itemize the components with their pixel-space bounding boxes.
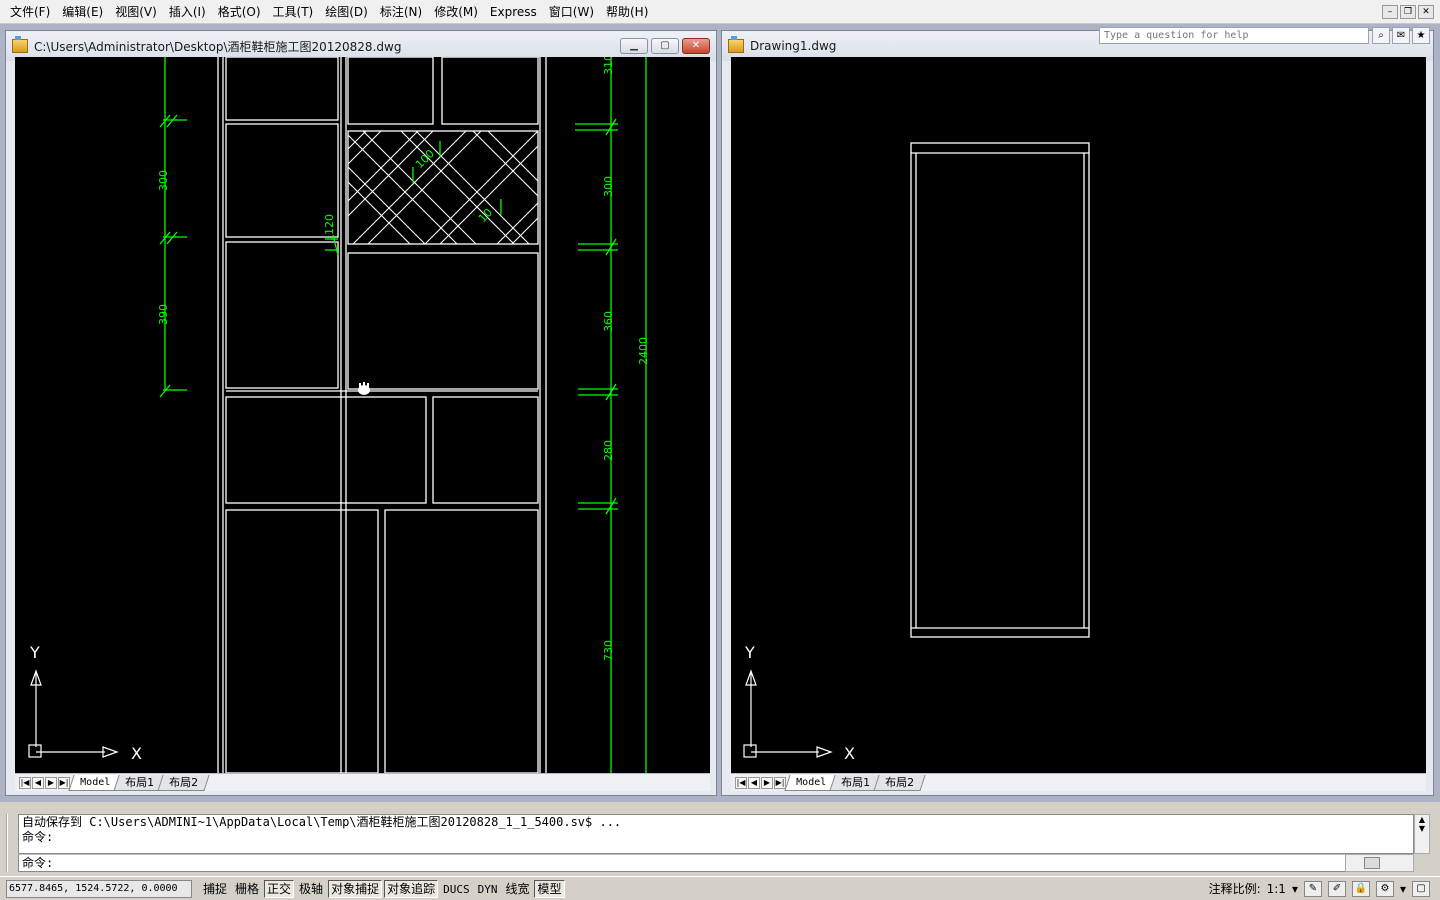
menu-edit[interactable]: 编辑(E) [56, 1, 109, 23]
model-toggle[interactable]: 模型 [534, 879, 565, 898]
cad-drawing: 310 300 390 120 100 10 300 360 2400 280 … [28, 57, 650, 773]
drawing-window-left: C:\Users\Administrator\Desktop\酒柜鞋柜施工图20… [5, 30, 717, 796]
menu-file[interactable]: 文件(F) [4, 1, 56, 23]
cabinet-outline [910, 142, 1090, 638]
command-window-grip[interactable] [6, 814, 14, 872]
coordinate-readout[interactable]: 6577.8465, 1524.5722, 0.0000 [6, 879, 192, 898]
dim-390: 390 [157, 304, 170, 325]
menu-help[interactable]: 帮助(H) [600, 1, 654, 23]
annotation-scale-label: 注释比例: [1208, 882, 1261, 896]
first-tab-icon[interactable]: |◀ [19, 776, 31, 789]
dyn-toggle[interactable]: DYN [475, 880, 501, 898]
otrack-toggle[interactable]: 对象追踪 [384, 879, 439, 898]
menu-express[interactable]: Express [484, 1, 543, 23]
ucs-y-label: Y [29, 643, 40, 662]
status-bar: 6577.8465, 1524.5722, 0.0000 捕捉 栅格 正交 极轴… [0, 876, 1440, 900]
ucs-icon [28, 669, 119, 758]
next-tab-icon[interactable]: ▶ [45, 776, 57, 789]
menu-draw[interactable]: 绘图(D) [319, 1, 374, 23]
dropdown-arrow-icon[interactable]: ▾ [1292, 882, 1298, 896]
dim-300-left: 300 [157, 170, 170, 191]
dim-2400: 2400 [637, 337, 650, 365]
menu-tools[interactable]: 工具(T) [267, 1, 320, 23]
app-window-controls: – ❐ ✕ [1382, 4, 1440, 19]
restore-icon[interactable]: ❐ [1400, 4, 1416, 19]
pan-cursor-icon [358, 382, 370, 395]
tab-layout2[interactable]: 布局2 [873, 774, 926, 791]
dimension-lines [159, 57, 647, 773]
prev-tab-icon[interactable]: ◀ [32, 776, 44, 789]
auto-scale-icon[interactable]: ✐ [1327, 880, 1346, 897]
scroll-thumb[interactable] [1364, 857, 1380, 869]
layout-tabbar: |◀ ◀ ▶ ▶| Model 布局1 布局2 [15, 773, 710, 791]
command-history-scrollbar[interactable]: ▲ ▼ [1414, 814, 1430, 854]
menu-arrow-icon[interactable]: ▾ [1400, 882, 1406, 896]
close-icon[interactable]: ✕ [682, 38, 710, 54]
window-title: C:\Users\Administrator\Desktop\酒柜鞋柜施工图20… [34, 39, 402, 54]
cad-drawing: Y X [743, 142, 1090, 763]
command-input[interactable]: 命令: [18, 854, 1414, 872]
drawing-window-right: Drawing1.dwg Y X |◀ ◀ ▶ ▶| Model 布局1 布局2 [721, 30, 1434, 796]
grid-toggle[interactable]: 栅格 [232, 880, 262, 898]
model-space-canvas[interactable]: 310 300 390 120 100 10 300 360 2400 280 … [15, 57, 710, 773]
menu-dimension[interactable]: 标注(N) [374, 1, 428, 23]
first-tab-icon[interactable]: |◀ [735, 776, 747, 789]
menu-view[interactable]: 视图(V) [109, 1, 163, 23]
minimize-icon[interactable]: – [1382, 4, 1398, 19]
layout-tabbar: |◀ ◀ ▶ ▶| Model 布局1 布局2 [731, 773, 1426, 791]
dimension-texts: 310 300 390 120 100 10 300 360 2400 280 … [157, 57, 650, 661]
dim-120: 120 [323, 214, 336, 235]
snap-toggle[interactable]: 捕捉 [200, 880, 230, 898]
ducs-toggle[interactable]: DUCS [440, 880, 473, 898]
help-toolbar: ⌕ ✉ ★ [1372, 27, 1430, 44]
menu-modify[interactable]: 修改(M) [428, 1, 484, 23]
menu-window[interactable]: 窗口(W) [543, 1, 600, 23]
help-search-input[interactable] [1099, 27, 1369, 44]
search-icon[interactable]: ⌕ [1372, 27, 1390, 44]
window-title: Drawing1.dwg [750, 39, 837, 53]
annotation-scale-value[interactable]: 1:1 [1267, 882, 1286, 896]
dim-730: 730 [602, 640, 615, 661]
prev-tab-icon[interactable]: ◀ [748, 776, 760, 789]
ucs-y-label: Y [744, 643, 755, 662]
menu-bar: 文件(F) 编辑(E) 视图(V) 插入(I) 格式(O) 工具(T) 绘图(D… [0, 0, 1440, 24]
ucs-x-label: X [131, 744, 142, 763]
menu-format[interactable]: 格式(O) [212, 1, 267, 23]
dwg-file-icon [728, 36, 744, 53]
ortho-toggle[interactable]: 正交 [264, 879, 295, 898]
osnap-toggle[interactable]: 对象捕捉 [328, 879, 383, 898]
command-horizontal-scrollbar[interactable] [1345, 854, 1414, 872]
ucs-x-label: X [844, 744, 855, 763]
last-tab-icon[interactable]: ▶| [774, 776, 786, 789]
cabinet-geometry [217, 57, 547, 773]
maximize-icon[interactable]: ▢ [651, 38, 679, 54]
toolbar-lock-icon[interactable]: 🔒 [1351, 880, 1370, 897]
history-line: 自动保存到 C:\Users\ADMINI~1\AppData\Local\Te… [22, 815, 622, 829]
dwg-file-icon [12, 36, 28, 53]
favorites-star-icon[interactable]: ★ [1412, 27, 1430, 44]
dim-360: 360 [602, 311, 615, 332]
communication-center-icon[interactable]: ✉ [1392, 27, 1410, 44]
clean-screen-icon[interactable]: ▢ [1412, 880, 1430, 897]
polar-toggle[interactable]: 极轴 [296, 880, 326, 898]
model-space-canvas[interactable]: Y X [731, 57, 1426, 773]
tray-settings-icon[interactable]: ⚙ [1375, 880, 1394, 897]
dim-100: 100 [413, 147, 437, 171]
dim-310: 310 [602, 57, 615, 75]
lineweight-toggle[interactable]: 线宽 [502, 880, 532, 898]
tab-layout2[interactable]: 布局2 [157, 774, 210, 791]
dim-300-right: 300 [602, 176, 615, 197]
ucs-icon [743, 669, 833, 758]
menu-insert[interactable]: 插入(I) [163, 1, 212, 23]
command-history: 自动保存到 C:\Users\ADMINI~1\AppData\Local\Te… [18, 814, 1414, 854]
close-icon[interactable]: ✕ [1418, 4, 1434, 19]
minimize-icon[interactable]: ▁ [620, 38, 648, 54]
annotation-visibility-icon[interactable]: ✎ [1303, 880, 1322, 897]
last-tab-icon[interactable]: ▶| [58, 776, 70, 789]
command-window: 自动保存到 C:\Users\ADMINI~1\AppData\Local\Te… [0, 802, 1440, 876]
history-line: 命令: [22, 830, 54, 844]
wine-rack-lattice [347, 130, 539, 245]
dim-280: 280 [602, 440, 615, 461]
next-tab-icon[interactable]: ▶ [761, 776, 773, 789]
